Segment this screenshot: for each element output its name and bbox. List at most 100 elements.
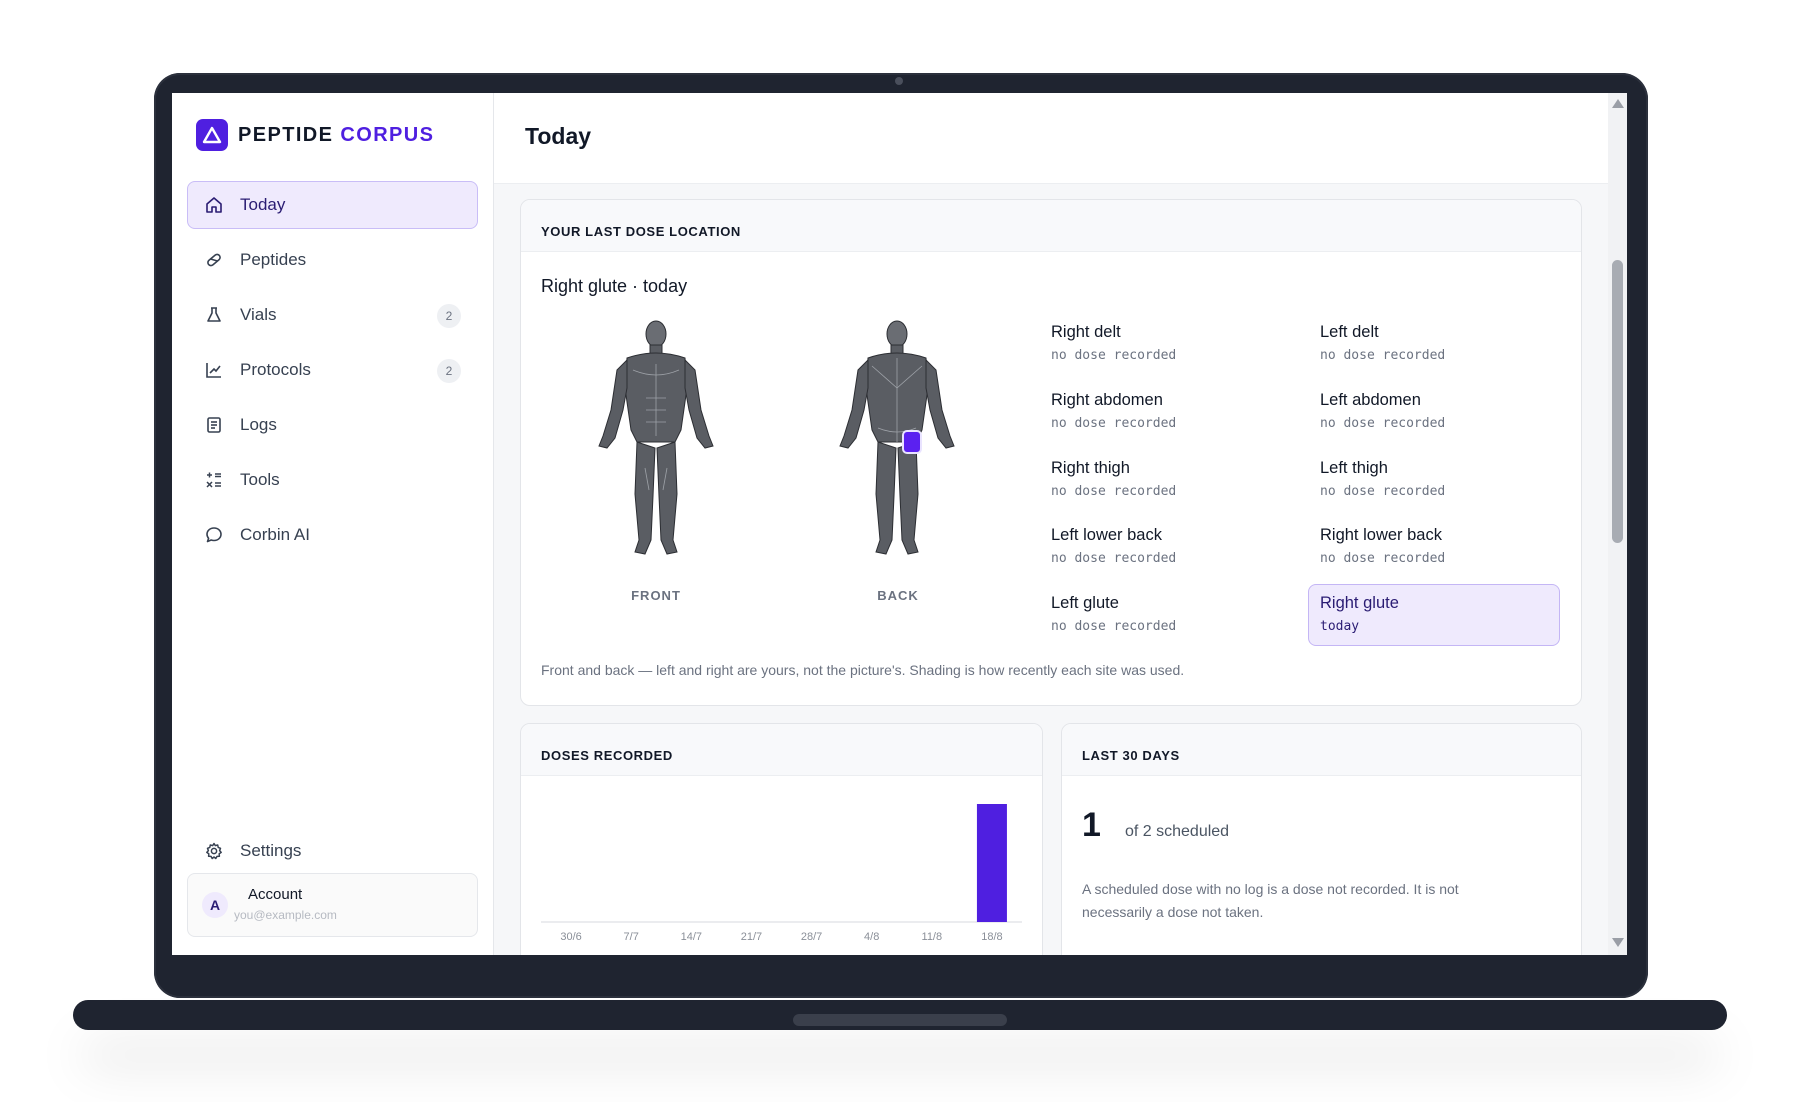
sidebar-item-protocols[interactable]: Protocols 2: [187, 346, 478, 394]
sidebar-item-peptides[interactable]: Peptides: [187, 236, 478, 284]
site-right-delt[interactable]: Right delt no dose recorded: [1039, 313, 1291, 375]
x-tick-label: 7/7: [624, 931, 639, 943]
doses-recorded-card: DOSES RECORDED 30/6 7/7 14/7 21/7 28/7 4/8 11/…: [520, 723, 1043, 955]
x-tick-label: 14/7: [681, 931, 702, 943]
gear-icon: [204, 841, 224, 861]
sidebar-item-corbin-ai[interactable]: Corbin AI: [187, 511, 478, 559]
sidebar-item-vials[interactable]: Vials 2: [187, 291, 478, 339]
scroll-up-arrow-icon[interactable]: [1612, 99, 1624, 108]
brand-name: PEPTIDE: [238, 123, 334, 146]
card-heading: YOUR LAST DOSE LOCATION: [521, 200, 1581, 252]
sidebar-item-today[interactable]: Today: [187, 181, 478, 229]
sidebar-item-label: Tools: [240, 470, 280, 489]
home-icon: [204, 195, 224, 215]
scheduled-count: of 2 scheduled: [1125, 823, 1230, 840]
brand-accent: CORPUS: [340, 123, 435, 146]
site-status: no dose recorded: [1320, 484, 1446, 499]
site-name: Left delt: [1320, 323, 1379, 341]
chat-bubble-icon: [204, 525, 224, 545]
doses-count: 1: [1082, 806, 1101, 844]
site-status: no dose recorded: [1320, 348, 1446, 363]
x-tick-label: 30/6: [560, 931, 581, 943]
laptop-base: [73, 1000, 1727, 1030]
scroll-down-arrow-icon[interactable]: [1612, 938, 1624, 947]
triangle-logo-icon: [196, 119, 228, 151]
front-label: FRONT: [631, 588, 681, 603]
site-left-glute[interactable]: Left glute no dose recorded: [1039, 584, 1291, 646]
top-bar: Today: [494, 93, 1627, 184]
site-right-abdomen[interactable]: Right abdomen no dose recorded: [1039, 381, 1291, 443]
sidebar-item-label: Protocols: [240, 360, 311, 379]
sidebar-item-logs[interactable]: Logs: [187, 401, 478, 449]
body-front-figure[interactable]: [591, 318, 721, 558]
last-30-days-card: LAST 30 DAYS 1 of 2 scheduled A schedule…: [1061, 723, 1582, 955]
site-name: Left lower back: [1051, 526, 1162, 544]
flask-icon: [204, 305, 224, 325]
sidebar-item-label: Peptides: [240, 250, 307, 269]
sidebar-nav: Today Peptides Vials 2 Protocols 2 Logs …: [187, 181, 478, 566]
calculator-icon: [204, 470, 224, 490]
doses-bar-chart: 30/6 7/7 14/7 21/7 28/7 4/8 11/8 18/8: [541, 804, 1022, 943]
sidebar-item-label: Today: [240, 195, 286, 214]
sidebar-item-label: Corbin AI: [240, 525, 310, 544]
site-name: Right abdomen: [1051, 391, 1163, 409]
count-badge: 2: [437, 304, 461, 328]
x-tick-label: 28/7: [801, 931, 822, 943]
account-name: Account: [248, 886, 303, 903]
laptop-lid: PEPTIDE CORPUS Today Peptides Vials 2 Pr…: [154, 73, 1648, 998]
card-heading: DOSES RECORDED: [521, 724, 1042, 776]
site-left-delt[interactable]: Left delt no dose recorded: [1308, 313, 1560, 375]
site-status: no dose recorded: [1051, 619, 1177, 634]
app-screen: PEPTIDE CORPUS Today Peptides Vials 2 Pr…: [172, 93, 1627, 955]
site-status: no dose recorded: [1051, 416, 1177, 431]
site-name: Left glute: [1051, 594, 1119, 612]
site-status: no dose recorded: [1051, 551, 1177, 566]
last-30-days-note: A scheduled dose with no log is a dose n…: [1082, 881, 1459, 920]
site-right-thigh[interactable]: Right thigh no dose recorded: [1039, 449, 1291, 511]
sidebar-item-label: Logs: [240, 415, 277, 434]
brand[interactable]: PEPTIDE CORPUS: [196, 119, 434, 151]
chart-line-icon: [204, 360, 224, 380]
trackpad-notch: [793, 1014, 1007, 1026]
scrollbar-thumb[interactable]: [1612, 260, 1623, 543]
back-label: BACK: [877, 588, 919, 603]
account-card[interactable]: A Account you@example.com: [187, 873, 478, 937]
site-right-glute[interactable]: Right glute today: [1308, 584, 1560, 646]
right-glute-marker[interactable]: [902, 430, 922, 454]
site-left-lower-back[interactable]: Left lower back no dose recorded: [1039, 516, 1291, 578]
pill-icon: [204, 250, 224, 270]
settings-label: Settings: [240, 841, 302, 860]
card-heading: LAST 30 DAYS: [1062, 724, 1581, 776]
last-dose-location: Right glute · today: [541, 276, 688, 296]
site-name: Right delt: [1051, 323, 1121, 341]
x-tick-label: 18/8: [981, 931, 1002, 943]
sidebar-item-settings[interactable]: Settings: [187, 827, 478, 875]
x-tick-label: 11/8: [922, 931, 943, 943]
sidebar: PEPTIDE CORPUS Today Peptides Vials 2 Pr…: [172, 93, 494, 955]
site-name: Right glute: [1320, 594, 1399, 612]
site-left-thigh[interactable]: Left thigh no dose recorded: [1308, 449, 1560, 511]
site-status: no dose recorded: [1320, 416, 1446, 431]
site-status: no dose recorded: [1051, 484, 1177, 499]
site-name: Left thigh: [1320, 459, 1388, 477]
site-status: today: [1320, 619, 1360, 634]
count-badge: 2: [437, 359, 461, 383]
document-icon: [204, 415, 224, 435]
account-email: you@example.com: [234, 908, 337, 922]
last-dose-card: YOUR LAST DOSE LOCATION Right glute · to…: [520, 199, 1582, 706]
location-note: Front and back — left and right are your…: [541, 662, 1185, 678]
site-name: Right thigh: [1051, 459, 1130, 477]
scrollbar[interactable]: [1608, 93, 1627, 955]
page-title: Today: [525, 123, 592, 149]
site-left-abdomen[interactable]: Left abdomen no dose recorded: [1308, 381, 1560, 443]
site-name: Left abdomen: [1320, 391, 1421, 409]
site-right-lower-back[interactable]: Right lower back no dose recorded: [1308, 516, 1560, 578]
chart-bar[interactable]: [976, 804, 1007, 922]
x-tick-label: 4/8: [864, 931, 879, 943]
site-status: no dose recorded: [1320, 551, 1446, 566]
site-name: Right lower back: [1320, 526, 1442, 544]
body-back-figure[interactable]: [832, 318, 962, 558]
sidebar-item-label: Vials: [240, 305, 277, 324]
avatar: A: [202, 892, 228, 918]
sidebar-item-tools[interactable]: Tools: [187, 456, 478, 504]
